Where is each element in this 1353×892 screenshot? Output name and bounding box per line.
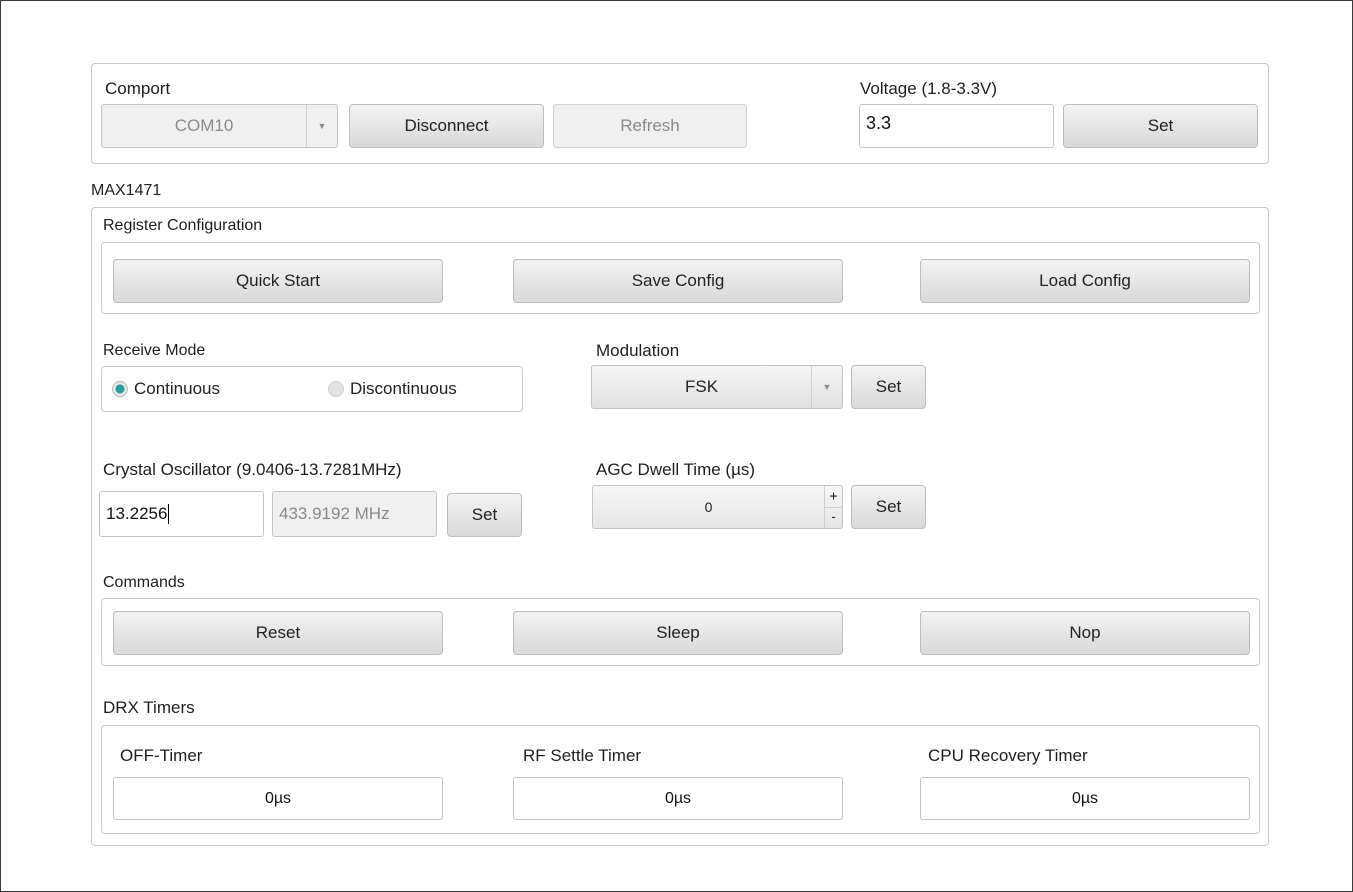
comport-label: Comport	[105, 79, 171, 98]
reset-button[interactable]: Reset	[113, 611, 443, 655]
increment-icon[interactable]: +	[824, 486, 842, 508]
device-name: MAX1471	[91, 182, 162, 199]
modulation-label: Modulation	[596, 341, 680, 360]
chevron-down-icon: ▼	[306, 105, 337, 147]
radio-discontinuous-label: Discontinuous	[350, 379, 457, 398]
crystal-value: 13.2256	[106, 504, 168, 523]
receive-mode-label: Receive Mode	[103, 342, 206, 359]
nop-button[interactable]: Nop	[920, 611, 1250, 655]
decrement-icon[interactable]: -	[824, 507, 842, 528]
off-timer-input[interactable]: 0µs	[113, 777, 443, 820]
rf-settle-timer-input[interactable]: 0µs	[513, 777, 843, 820]
agc-set-button[interactable]: Set	[851, 485, 926, 529]
agc-label: AGC Dwell Time (µs)	[596, 460, 756, 479]
load-config-button[interactable]: Load Config	[920, 259, 1250, 303]
crystal-set-button[interactable]: Set	[447, 493, 522, 537]
disconnect-button[interactable]: Disconnect	[349, 104, 544, 148]
crystal-label: Crystal Oscillator (9.0406-13.7281MHz)	[103, 460, 402, 479]
agc-dwell-value: 0	[704, 499, 713, 515]
register-config-label: Register Configuration	[103, 217, 263, 234]
agc-dwell-spinner[interactable]: 0 + -	[592, 485, 843, 529]
cpu-recovery-timer-input[interactable]: 0µs	[920, 777, 1250, 820]
rf-frequency-display: 433.9192 MHz	[272, 491, 437, 537]
modulation-set-button[interactable]: Set	[851, 365, 926, 409]
drx-timers-label: DRX Timers	[103, 698, 195, 717]
radio-discontinuous[interactable]: Discontinuous	[328, 379, 457, 399]
modulation-value: FSK	[684, 377, 719, 396]
save-config-button[interactable]: Save Config	[513, 259, 843, 303]
radio-continuous-label: Continuous	[134, 379, 221, 398]
chevron-down-icon: ▼	[811, 366, 842, 408]
voltage-set-button[interactable]: Set	[1063, 104, 1258, 148]
crystal-input[interactable]: 13.2256	[99, 491, 264, 537]
voltage-label: Voltage (1.8-3.3V)	[860, 79, 998, 98]
radio-continuous[interactable]: Continuous	[112, 379, 220, 399]
radio-unselected-icon	[328, 381, 344, 397]
text-cursor	[168, 504, 170, 524]
radio-selected-icon	[112, 381, 128, 397]
sleep-button[interactable]: Sleep	[513, 611, 843, 655]
voltage-input[interactable]: 3.3	[859, 104, 1054, 148]
comport-value: COM10	[174, 116, 234, 135]
comport-select[interactable]: COM10 ▼	[101, 104, 338, 148]
modulation-select[interactable]: FSK ▼	[591, 365, 843, 409]
rf-settle-timer-label: RF Settle Timer	[523, 746, 642, 765]
quick-start-button[interactable]: Quick Start	[113, 259, 443, 303]
off-timer-label: OFF-Timer	[120, 746, 203, 765]
cpu-recovery-timer-label: CPU Recovery Timer	[928, 746, 1088, 765]
commands-label: Commands	[103, 574, 185, 591]
refresh-button[interactable]: Refresh	[553, 104, 747, 148]
